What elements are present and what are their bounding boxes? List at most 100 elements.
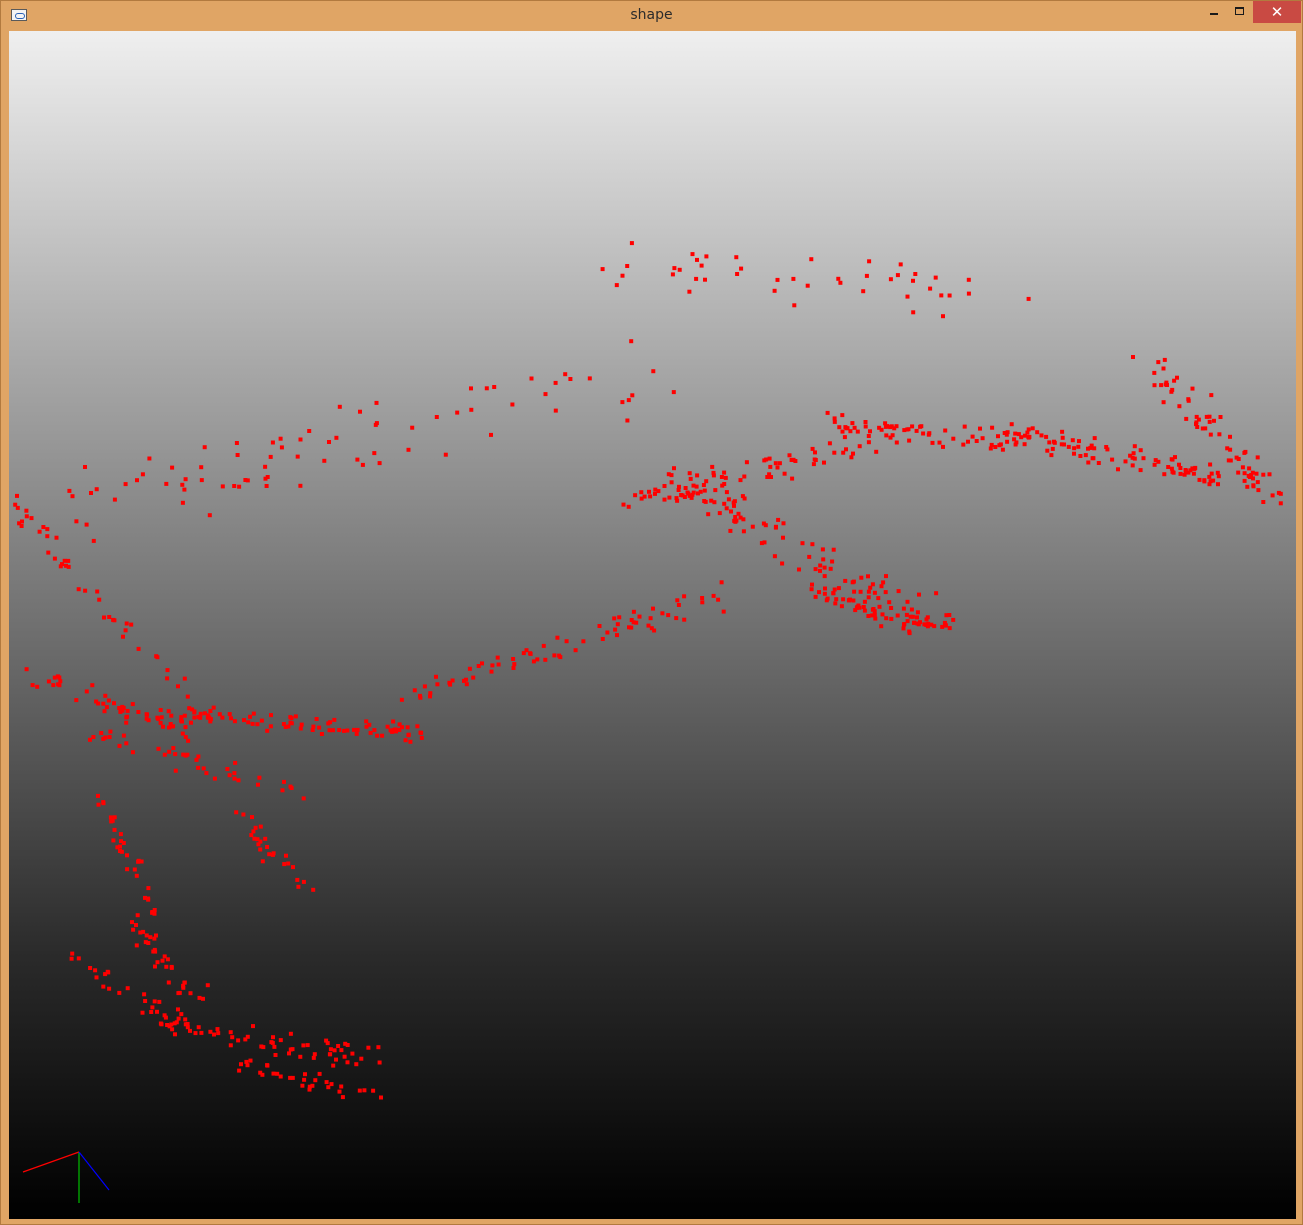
- point: [328, 1052, 333, 1057]
- point: [1026, 427, 1031, 432]
- point: [776, 517, 781, 522]
- point: [196, 754, 201, 759]
- point: [170, 465, 175, 470]
- point: [702, 488, 707, 493]
- point: [192, 715, 197, 720]
- point: [863, 420, 868, 424]
- point: [58, 564, 63, 569]
- point: [1072, 451, 1076, 456]
- point: [45, 527, 50, 532]
- x-axis-line: [22, 1151, 80, 1173]
- point: [810, 582, 814, 587]
- point: [1077, 439, 1081, 444]
- point: [123, 482, 128, 487]
- point: [422, 684, 427, 689]
- point: [237, 484, 242, 489]
- point: [415, 724, 420, 729]
- title-bar[interactable]: shape ✕: [1, 1, 1302, 31]
- point: [1161, 400, 1166, 405]
- point: [781, 521, 786, 526]
- point: [966, 277, 971, 282]
- point: [821, 557, 826, 562]
- point: [1090, 456, 1095, 461]
- point: [303, 1072, 307, 1077]
- point: [295, 454, 300, 459]
- point: [66, 564, 71, 569]
- point: [202, 445, 207, 450]
- point: [176, 991, 181, 996]
- point: [216, 1031, 221, 1036]
- point: [744, 460, 749, 465]
- maximize-button[interactable]: [1227, 1, 1253, 23]
- point: [1022, 442, 1027, 447]
- point-cloud-canvas[interactable]: [9, 31, 1296, 1219]
- point: [76, 956, 81, 961]
- point: [258, 824, 263, 829]
- point: [350, 1051, 355, 1056]
- point: [235, 453, 240, 457]
- point: [345, 1060, 350, 1065]
- point: [866, 434, 871, 438]
- point: [1183, 468, 1188, 472]
- point: [934, 591, 939, 596]
- point: [662, 497, 667, 502]
- point: [813, 594, 818, 599]
- point: [99, 731, 104, 735]
- point: [735, 272, 740, 276]
- point: [870, 613, 875, 618]
- point: [597, 624, 602, 628]
- point: [311, 1055, 316, 1060]
- point: [703, 277, 707, 282]
- point: [189, 720, 193, 725]
- point: [895, 613, 900, 618]
- point: [615, 622, 620, 627]
- point: [143, 940, 148, 945]
- point: [289, 786, 294, 790]
- point: [251, 711, 256, 716]
- point: [265, 845, 270, 849]
- point: [489, 432, 493, 437]
- point: [1216, 482, 1220, 487]
- point: [205, 715, 210, 720]
- point: [997, 443, 1002, 448]
- point: [337, 728, 342, 732]
- point: [750, 524, 755, 529]
- minimize-button[interactable]: [1201, 1, 1227, 23]
- point: [327, 440, 331, 444]
- point: [775, 465, 780, 470]
- point: [325, 1041, 330, 1046]
- point: [679, 493, 684, 497]
- point: [471, 675, 476, 680]
- point: [419, 735, 424, 740]
- point: [721, 609, 726, 614]
- close-button[interactable]: ✕: [1253, 1, 1301, 23]
- point: [307, 1087, 312, 1092]
- point: [651, 369, 656, 374]
- point: [319, 732, 324, 736]
- point: [1060, 435, 1065, 440]
- point: [124, 720, 129, 725]
- point: [185, 752, 190, 757]
- point: [621, 502, 626, 507]
- point: [150, 1005, 155, 1010]
- point: [490, 663, 495, 668]
- point: [682, 594, 687, 599]
- point: [553, 380, 558, 385]
- point: [905, 294, 910, 299]
- 3d-viewport[interactable]: [9, 31, 1296, 1219]
- point: [767, 456, 772, 461]
- point: [24, 508, 29, 513]
- point: [822, 565, 827, 570]
- point: [166, 980, 171, 985]
- point: [176, 1016, 181, 1021]
- point: [337, 1089, 342, 1094]
- point: [186, 738, 191, 743]
- point: [260, 859, 265, 864]
- point: [951, 617, 956, 622]
- point: [723, 475, 728, 480]
- point: [1026, 435, 1031, 440]
- point: [1162, 472, 1167, 477]
- point: [143, 895, 147, 900]
- point: [182, 713, 187, 718]
- point: [1152, 383, 1157, 388]
